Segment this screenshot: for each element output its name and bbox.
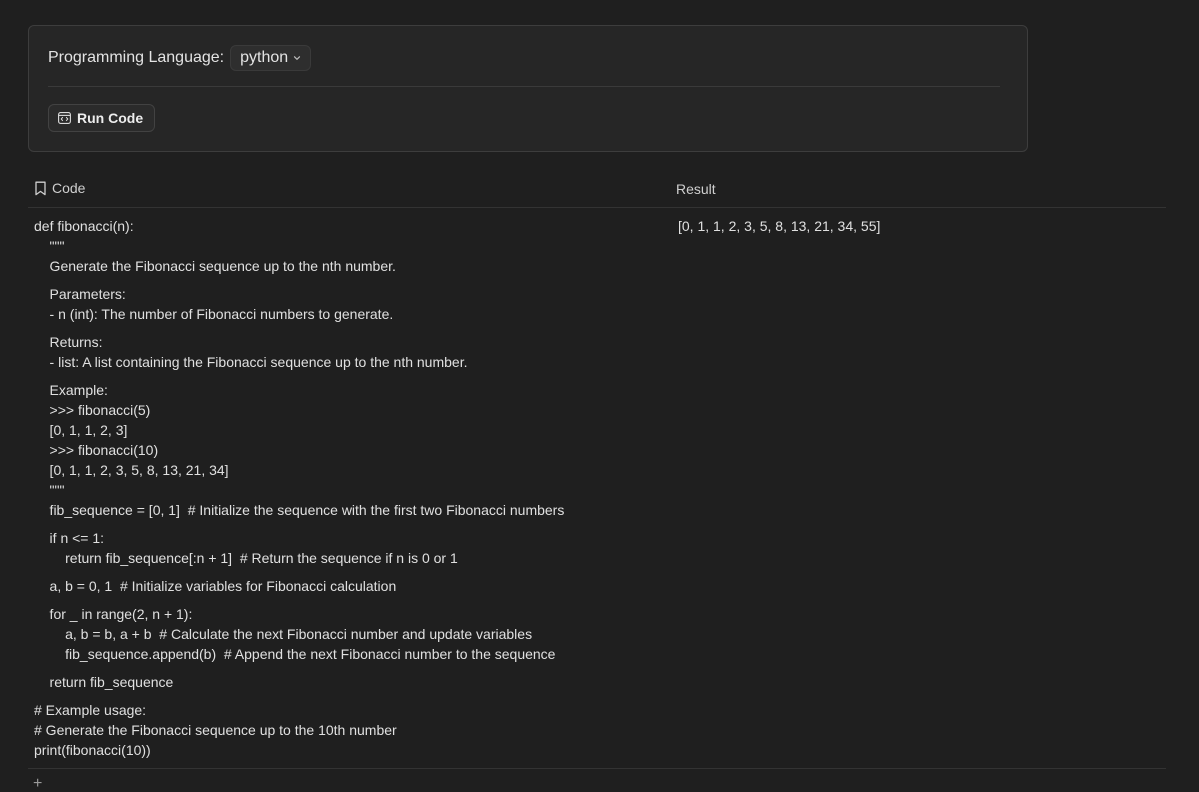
add-row-button[interactable]: +	[33, 776, 42, 792]
code-line: # Example usage:	[34, 702, 147, 718]
code-line: return fib_sequence[:n + 1] # Return the…	[34, 550, 458, 566]
code-line: [0, 1, 1, 2, 3]	[34, 422, 128, 438]
run-code-label: Run Code	[77, 110, 144, 126]
code-line: Returns:	[34, 334, 103, 350]
code-line: fib_sequence.append(b) # Append the next…	[34, 646, 556, 662]
code-line: Example:	[34, 382, 108, 398]
language-select[interactable]: python	[230, 45, 312, 71]
code-window-icon	[58, 112, 71, 124]
panel-divider	[48, 86, 1000, 87]
code-line: a, b = 0, 1 # Initialize variables for F…	[34, 578, 397, 594]
code-line: fib_sequence = [0, 1] # Initialize the s…	[34, 502, 565, 518]
code-line: """	[34, 482, 65, 498]
code-line: [0, 1, 1, 2, 3, 5, 8, 13, 21, 34]	[34, 462, 229, 478]
code-line: for _ in range(2, n + 1):	[34, 606, 193, 622]
column-header-result[interactable]: Result	[676, 181, 716, 197]
language-label: Programming Language:	[48, 49, 225, 66]
language-row: Programming Language: python	[48, 45, 312, 71]
column-header-code-label: Code	[52, 180, 86, 196]
code-line: >>> fibonacci(5)	[34, 402, 151, 418]
code-cell[interactable]: def fibonacci(n): """ Generate the Fibon…	[34, 217, 654, 761]
code-line: >>> fibonacci(10)	[34, 442, 159, 458]
chevron-down-icon	[294, 56, 301, 60]
code-line: print(fibonacci(10))	[34, 742, 151, 758]
code-line: a, b = b, a + b # Calculate the next Fib…	[34, 626, 533, 642]
bookmark-icon	[35, 181, 46, 195]
code-line: # Generate the Fibonacci sequence up to …	[34, 722, 397, 738]
row-divider	[28, 768, 1166, 769]
code-line: - list: A list containing the Fibonacci …	[34, 354, 468, 370]
code-line: return fib_sequence	[34, 674, 174, 690]
code-line: def fibonacci(n):	[34, 218, 134, 234]
table-header: Code Result	[28, 176, 1166, 208]
result-cell[interactable]: [0, 1, 1, 2, 3, 5, 8, 13, 21, 34, 55]	[678, 217, 880, 235]
code-line: Parameters:	[34, 286, 126, 302]
control-panel: Programming Language: python Run Code	[28, 25, 1028, 152]
run-code-button[interactable]: Run Code	[48, 104, 156, 132]
code-line: Generate the Fibonacci sequence up to th…	[34, 258, 396, 274]
language-select-value: python	[240, 49, 289, 66]
code-line: - n (int): The number of Fibonacci numbe…	[34, 306, 394, 322]
column-header-code[interactable]: Code	[34, 180, 85, 196]
column-header-result-label: Result	[676, 181, 716, 197]
code-line: """	[34, 238, 65, 254]
code-line: if n <= 1:	[34, 530, 105, 546]
